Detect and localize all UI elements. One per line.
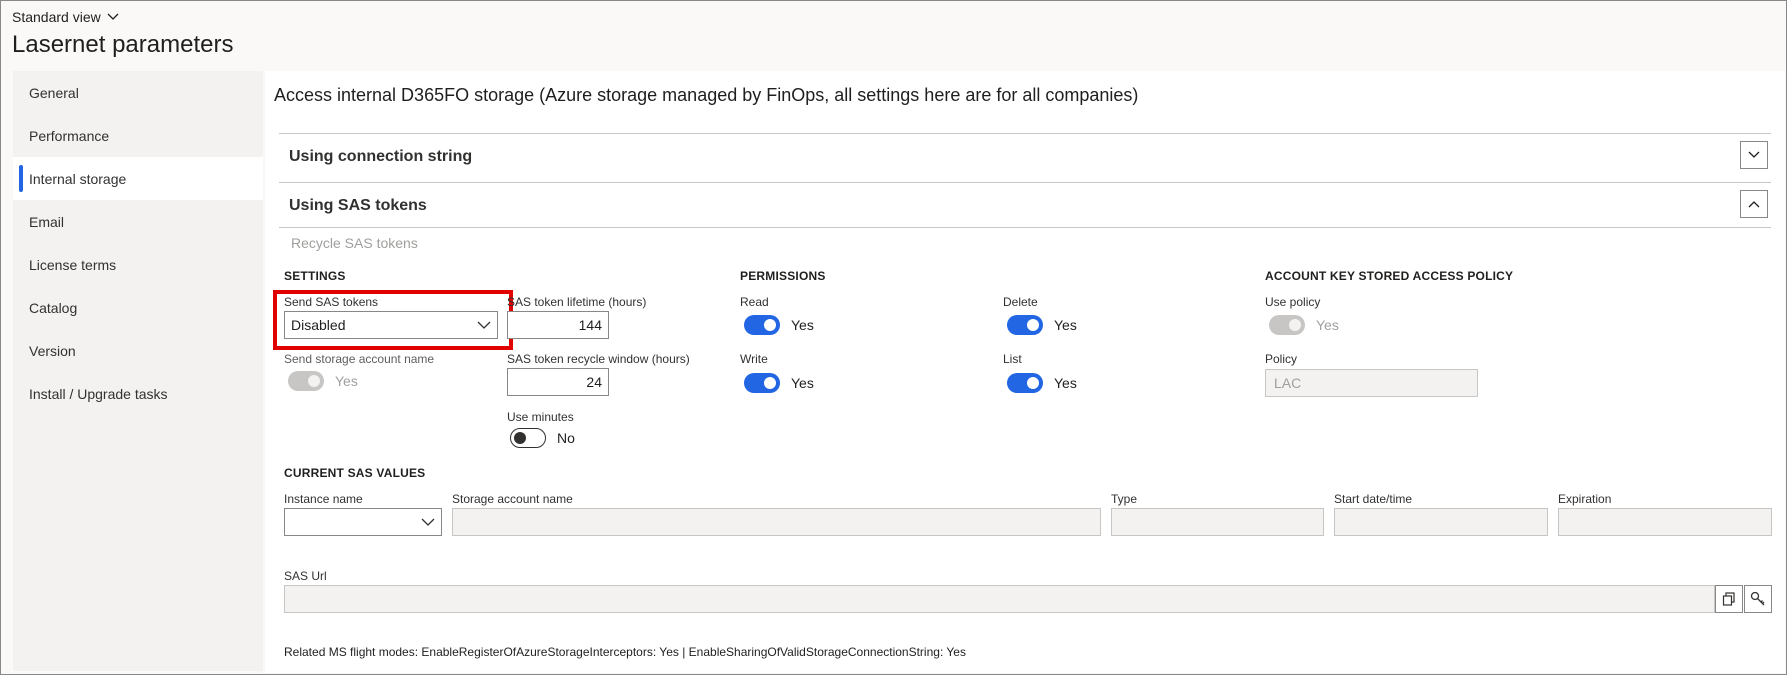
sidebar-item-label: Internal storage	[29, 170, 127, 187]
sidebar-item-label: Email	[29, 213, 65, 230]
sidebar-item-general[interactable]: General	[13, 71, 263, 114]
use-minutes-label: Use minutes	[507, 410, 574, 424]
storage-account-name-field	[452, 508, 1101, 536]
view-label: Standard view	[12, 9, 101, 25]
sidebar: General Performance Internal storage Ema…	[13, 71, 263, 671]
policy-header: ACCOUNT KEY STORED ACCESS POLICY	[1265, 269, 1514, 283]
current-sas-values-header: CURRENT SAS VALUES	[284, 466, 426, 480]
sas-url-field	[284, 585, 1715, 613]
key-icon	[1750, 591, 1765, 606]
type-field	[1111, 508, 1324, 536]
use-policy-toggle: Yes	[1269, 315, 1339, 335]
sas-token-recycle-window-input[interactable]: 24	[507, 368, 609, 396]
start-date-time-field	[1334, 508, 1548, 536]
use-minutes-toggle[interactable]: No	[510, 428, 575, 448]
expiration-label: Expiration	[1558, 492, 1612, 506]
read-toggle[interactable]: Yes	[744, 315, 814, 335]
settings-header: SETTINGS	[284, 269, 346, 283]
sidebar-item-label: Performance	[29, 127, 110, 144]
copy-button[interactable]	[1715, 585, 1743, 613]
main-content: Access internal D365FO storage (Azure st…	[265, 71, 1785, 673]
toggle-switch[interactable]	[744, 373, 780, 393]
policy-label: Policy	[1265, 352, 1298, 366]
collapse-button[interactable]	[1740, 190, 1768, 218]
policy-field: LAC	[1265, 369, 1478, 397]
highlight-box	[273, 290, 513, 350]
sidebar-item-version[interactable]: Version	[13, 329, 263, 372]
chevron-up-icon	[1748, 201, 1760, 208]
chevron-down-icon	[1748, 151, 1760, 158]
toggle-value: No	[557, 430, 575, 446]
toggle-value: Yes	[1054, 375, 1077, 391]
sas-url-label: SAS Url	[284, 569, 327, 583]
sidebar-item-catalog[interactable]: Catalog	[13, 286, 263, 329]
app-frame: Standard view Lasernet parameters Genera…	[0, 0, 1787, 675]
sas-token-recycle-window-label: SAS token recycle window (hours)	[507, 352, 690, 366]
use-policy-label: Use policy	[1265, 295, 1321, 309]
start-date-time-label: Start date/time	[1334, 492, 1413, 506]
sas-token-lifetime-label: SAS token lifetime (hours)	[507, 295, 647, 309]
active-indicator	[19, 165, 23, 192]
send-storage-account-label: Send storage account name	[284, 352, 435, 366]
toggle-switch	[288, 371, 324, 391]
sidebar-item-label: Catalog	[29, 299, 78, 316]
section-title: Access internal D365FO storage (Azure st…	[274, 85, 1139, 105]
read-label: Read	[740, 295, 769, 309]
sidebar-item-label: General	[29, 84, 79, 101]
sidebar-item-label: Version	[29, 342, 76, 359]
toggle-switch[interactable]	[744, 315, 780, 335]
expand-button[interactable]	[1740, 141, 1768, 169]
instance-name-label: Instance name	[284, 492, 363, 506]
toggle-value: Yes	[1316, 317, 1339, 333]
view-selector[interactable]: Standard view	[12, 9, 119, 25]
sidebar-item-internal-storage[interactable]: Internal storage	[13, 157, 263, 200]
key-button[interactable]	[1744, 585, 1772, 613]
write-toggle[interactable]: Yes	[744, 373, 814, 393]
list-label: List	[1003, 352, 1022, 366]
list-toggle[interactable]: Yes	[1007, 373, 1077, 393]
chevron-down-icon	[107, 13, 119, 20]
write-label: Write	[740, 352, 768, 366]
toggle-value: Yes	[335, 373, 358, 389]
sidebar-item-label: Install / Upgrade tasks	[29, 385, 168, 402]
fasttab-connection-string[interactable]: Using connection string	[279, 133, 1771, 182]
toggle-value: Yes	[1054, 317, 1077, 333]
instance-name-select[interactable]	[284, 508, 442, 536]
send-storage-account-toggle: Yes	[288, 371, 358, 391]
toggle-switch[interactable]	[510, 428, 546, 448]
flight-modes-note: Related MS flight modes: EnableRegisterO…	[284, 645, 966, 659]
sidebar-item-performance[interactable]: Performance	[13, 114, 263, 157]
type-label: Type	[1111, 492, 1138, 506]
expiration-field	[1558, 508, 1772, 536]
fasttab-label: Using connection string	[289, 148, 473, 165]
sidebar-item-install-upgrade-tasks[interactable]: Install / Upgrade tasks	[13, 372, 263, 415]
toggle-switch[interactable]	[1007, 315, 1043, 335]
sidebar-item-license-terms[interactable]: License terms	[13, 243, 263, 286]
delete-label: Delete	[1003, 295, 1038, 309]
toggle-switch[interactable]	[1007, 373, 1043, 393]
storage-account-name-label: Storage account name	[452, 492, 573, 506]
fasttab-sas-tokens[interactable]: Using SAS tokens	[279, 182, 1771, 231]
copy-icon	[1722, 592, 1735, 606]
page-title: Lasernet parameters	[12, 31, 234, 58]
toggle-value: Yes	[791, 375, 814, 391]
divider	[279, 227, 1771, 228]
recycle-sas-tokens-button[interactable]: Recycle SAS tokens	[291, 235, 418, 251]
fasttab-label: Using SAS tokens	[289, 197, 427, 214]
permissions-header: PERMISSIONS	[740, 269, 826, 283]
sas-token-lifetime-input[interactable]: 144	[507, 311, 609, 339]
sidebar-item-label: License terms	[29, 256, 117, 273]
chevron-down-icon	[421, 518, 435, 526]
sidebar-item-email[interactable]: Email	[13, 200, 263, 243]
delete-toggle[interactable]: Yes	[1007, 315, 1077, 335]
toggle-value: Yes	[791, 317, 814, 333]
toggle-switch	[1269, 315, 1305, 335]
